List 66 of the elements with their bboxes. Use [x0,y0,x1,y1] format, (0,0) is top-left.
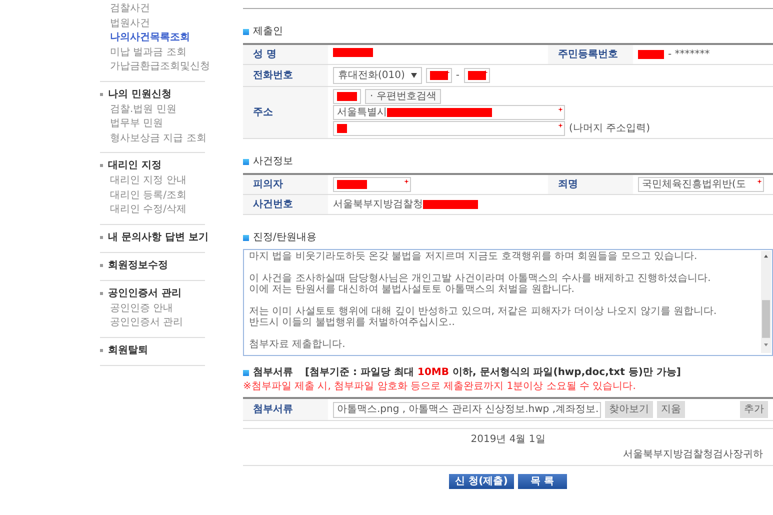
action-button[interactable]: 신 청(제출) [449,474,514,489]
sidebar-item[interactable]: 가납금환급조회및신청 [100,60,210,74]
date: 2019년 4월 1일 [470,434,546,445]
section-title: 진정/탄원내용 [253,231,316,244]
separator: - [456,69,460,82]
sidebar-item[interactable]: 대리인 등록/조회 [100,188,187,203]
sidebar-heading[interactable]: 대리인 지정 [108,158,162,173]
postcode-search-button[interactable]: · 우편번호검색 [365,89,442,104]
section-marker-icon [243,234,249,240]
resident-number-suffix: - ******* [668,48,710,61]
sidebar-item[interactable]: 미납 벌과금 조회 [100,46,186,60]
field-label: 첨부서류 [253,404,293,415]
bullet-icon [100,92,103,96]
input-field[interactable]: 국민체육진흥법위반(도 [638,177,764,192]
bullet-icon [100,264,103,266]
section-title: 첨부서류 [253,366,293,379]
section-marker-icon [243,158,249,164]
petition-textarea[interactable]: 마지 법을 비웃기라도하듯 온갖 불법을 저지르며 지금도 호객행위를 하며 회원들을 모으고 있습니다. 이 사건을 조사하실때 담당형사님은 개인고발 사건이라며 아톨맥스의 수사를 배제하고 진행하셨습니다. 이에 저는 탄원서를 대신하여 불법사설토토 아톨맥스의 처벌을 원합니다. 저는 이미 사설토토 행위에 대해 깊이 반성하고 있으며, 저같은 피해자가 더이상 나오지 않기를 원합니다. 반드시 이들의 불법행위를 처벌하여주십시오.. 첨부자료 제출합니다. [243,249,773,356]
attachment-criteria: [첨부기준 : 파일당 최대 10MB 이하, 문서형식의 파일(hwp,doc,txt 등)만 가능] [305,366,681,379]
action-button[interactable]: 목 록 [518,474,567,489]
dropdown-arrow-icon [410,73,417,78]
sidebar-heading[interactable]: 공인인증서 관리 [108,286,182,300]
sidebar-item[interactable]: 형사보상금 지급 조회 [100,132,206,146]
sidebar-item[interactable]: 법무부 민원 [100,117,164,132]
input-field[interactable] [333,121,565,136]
sidebar-heading[interactable]: 회원탈퇴 [108,342,148,358]
address-hint: (나머지 주소입력) [569,122,650,135]
sidebar-item[interactable]: 검찰.법원 민원 [100,102,176,117]
section-marker-icon [243,370,249,376]
field-label: 전화번호 [253,70,293,81]
field-label: 피의자 [253,179,283,190]
section-title: 사건정보 [253,155,293,168]
field-label: 죄명 [558,179,578,190]
input-field[interactable] [464,68,490,83]
bullet-icon [100,292,103,294]
field-label: 주소 [253,107,273,118]
input-field[interactable] [333,177,411,192]
sidebar-item[interactable]: 법원사건 [100,16,150,31]
input-field[interactable]: 서울특별시 [333,105,565,120]
input-field[interactable] [333,89,361,104]
sidebar-heading[interactable]: 내 문의사항 답변 보기 [108,230,208,244]
phone-type-select[interactable]: 휴대전화(010) [333,67,422,84]
sidebar-item[interactable]: 공인인증 안내 [100,302,174,316]
sidebar-item[interactable]: 나의사건목록조회 [100,31,190,46]
attachment-button[interactable]: 찾아보기 [605,401,653,418]
sidebar-item[interactable]: 대리인 수정/삭제 [100,203,187,218]
input-field[interactable] [426,68,452,83]
field-label: 사건번호 [253,199,293,210]
attachment-warning: ※첨부파일 제출 시, 첨부파일 암호화 등으로 제출완료까지 1분이상 소요될 수 있습니다. [243,381,636,392]
section-title: 제출인 [253,25,283,38]
attachment-button[interactable]: 추가 [740,401,768,418]
attachment-button[interactable]: 지움 [657,401,685,418]
bullet-icon [100,236,103,238]
field-label: 주민등록번호 [558,49,618,60]
bullet-icon [100,164,103,167]
sidebar-item[interactable]: 대리인 지정 안내 [100,174,186,188]
sidebar-heading[interactable]: 회원정보수정 [108,258,168,272]
sidebar-item[interactable]: 공인인증서 관리 [100,316,184,330]
bullet-icon [100,348,103,352]
field-label: 성 명 [253,49,276,60]
attachment-field[interactable]: 아톨맥스.png , 아톨맥스 관리자 신상정보.hwp ,계좌정보. [333,402,601,418]
section-marker-icon [243,28,249,34]
case-number: 서울북부지방검찰청 [333,198,423,211]
sidebar-item[interactable]: 검찰사건 [100,2,150,16]
addressee: 서울북부지방검찰청검사장귀하 [623,449,763,460]
sidebar-heading[interactable]: 나의 민원신청 [108,86,172,102]
